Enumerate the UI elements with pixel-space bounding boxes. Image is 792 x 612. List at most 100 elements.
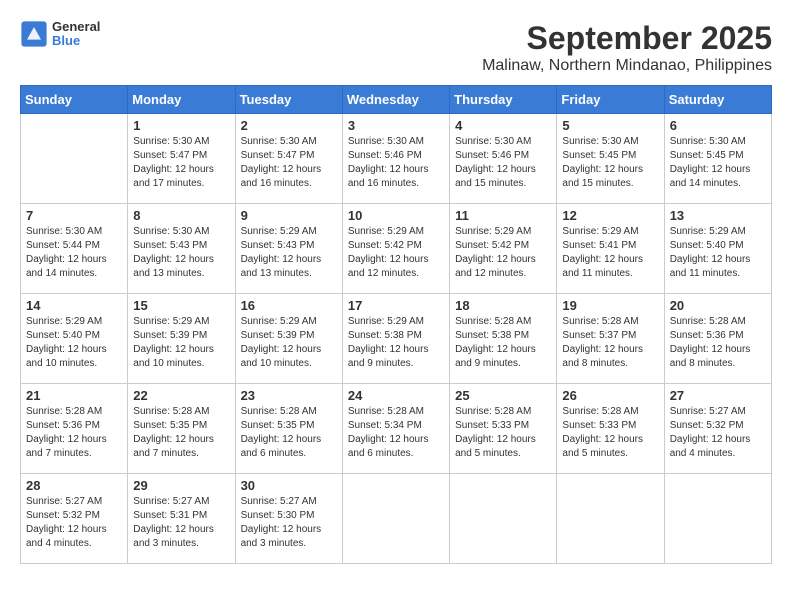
day-number: 22 bbox=[133, 388, 229, 403]
daylight-text: Daylight: 12 hours and 16 minutes. bbox=[348, 164, 429, 189]
sunset-text: Sunset: 5:36 PM bbox=[670, 330, 744, 341]
daylight-text: Daylight: 12 hours and 5 minutes. bbox=[455, 434, 536, 459]
page-header: General Blue September 2025 Malinaw, Nor… bbox=[20, 20, 772, 75]
calendar-cell: 14 Sunrise: 5:29 AMSunset: 5:40 PMDayligh… bbox=[21, 294, 128, 384]
sunset-text: Sunset: 5:34 PM bbox=[348, 420, 422, 431]
sunset-text: Sunset: 5:46 PM bbox=[348, 150, 422, 161]
day-info: Sunrise: 5:28 AMSunset: 5:33 PMDaylight:… bbox=[455, 405, 551, 461]
daylight-text: Daylight: 12 hours and 3 minutes. bbox=[241, 524, 322, 549]
month-title: September 2025 bbox=[482, 20, 772, 57]
title-area: September 2025 Malinaw, Northern Mindana… bbox=[482, 20, 772, 75]
daylight-text: Daylight: 12 hours and 5 minutes. bbox=[562, 434, 643, 459]
day-number: 5 bbox=[562, 118, 658, 133]
sunrise-text: Sunrise: 5:30 AM bbox=[455, 136, 531, 147]
calendar-cell: 27Sunrise: 5:27 AMSunset: 5:32 PMDayligh… bbox=[664, 384, 771, 474]
daylight-text: Daylight: 12 hours and 8 minutes. bbox=[562, 344, 643, 369]
day-header-tuesday: Tuesday bbox=[235, 86, 342, 114]
day-info: Sunrise: 5:28 AMSunset: 5:36 PMDaylight:… bbox=[26, 405, 122, 461]
sunrise-text: Sunrise: 5:30 AM bbox=[133, 226, 209, 237]
day-info: Sunrise: 5:29 AMSunset: 5:42 PMDaylight:… bbox=[455, 225, 551, 281]
day-header-wednesday: Wednesday bbox=[342, 86, 449, 114]
daylight-text: Daylight: 12 hours and 12 minutes. bbox=[348, 254, 429, 279]
sunset-text: Sunset: 5:32 PM bbox=[670, 420, 744, 431]
day-info: Sunrise: 5:29 AMSunset: 5:40 PMDaylight:… bbox=[26, 315, 122, 371]
sunset-text: Sunset: 5:42 PM bbox=[348, 240, 422, 251]
sunset-text: Sunset: 5:39 PM bbox=[241, 330, 315, 341]
sunrise-text: Sunrise: 5:30 AM bbox=[348, 136, 424, 147]
day-number: 15 bbox=[133, 298, 229, 313]
day-info: Sunrise: 5:27 AMSunset: 5:30 PMDaylight:… bbox=[241, 495, 337, 551]
sunset-text: Sunset: 5:39 PM bbox=[133, 330, 207, 341]
logo-icon bbox=[20, 20, 48, 48]
sunrise-text: Sunrise: 5:29 AM bbox=[241, 316, 317, 327]
calendar-cell: 29Sunrise: 5:27 AMSunset: 5:31 PMDayligh… bbox=[128, 474, 235, 564]
week-row-4: 21Sunrise: 5:28 AMSunset: 5:36 PMDayligh… bbox=[21, 384, 772, 474]
sunrise-text: Sunrise: 5:29 AM bbox=[26, 316, 102, 327]
sunset-text: Sunset: 5:35 PM bbox=[241, 420, 315, 431]
calendar-cell bbox=[450, 474, 557, 564]
calendar-cell: 19 Sunrise: 5:28 AMSunset: 5:37 PMDayligh… bbox=[557, 294, 664, 384]
day-info: Sunrise: 5:30 AMSunset: 5:45 PMDaylight:… bbox=[562, 135, 658, 191]
day-number: 19 bbox=[562, 298, 658, 313]
day-info: Sunrise: 5:28 AMSunset: 5:37 PMDaylight:… bbox=[562, 315, 658, 371]
daylight-text: Daylight: 12 hours and 6 minutes. bbox=[348, 434, 429, 459]
sunrise-text: Sunrise: 5:28 AM bbox=[670, 316, 746, 327]
calendar-cell bbox=[664, 474, 771, 564]
day-number: 24 bbox=[348, 388, 444, 403]
day-number: 17 bbox=[348, 298, 444, 313]
day-header-saturday: Saturday bbox=[664, 86, 771, 114]
day-number: 16 bbox=[241, 298, 337, 313]
daylight-text: Daylight: 12 hours and 9 minutes. bbox=[455, 344, 536, 369]
day-info: Sunrise: 5:29 AM Sunset: 5:39 PM Daylight:… bbox=[241, 315, 337, 371]
day-info: Sunrise: 5:30 AM Sunset: 5:46 PM Daylight:… bbox=[348, 135, 444, 191]
day-info: Sunrise: 5:28 AMSunset: 5:35 PMDaylight:… bbox=[241, 405, 337, 461]
daylight-text: Daylight: 12 hours and 10 minutes. bbox=[241, 344, 322, 369]
calendar-cell: 28Sunrise: 5:27 AMSunset: 5:32 PMDayligh… bbox=[21, 474, 128, 564]
day-number: 28 bbox=[26, 478, 122, 493]
day-number: 26 bbox=[562, 388, 658, 403]
sunset-text: Sunset: 5:46 PM bbox=[455, 150, 529, 161]
sunset-text: Sunset: 5:47 PM bbox=[133, 150, 207, 161]
day-info: Sunrise: 5:27 AMSunset: 5:31 PMDaylight:… bbox=[133, 495, 229, 551]
sunrise-text: Sunrise: 5:28 AM bbox=[26, 406, 102, 417]
daylight-text: Daylight: 12 hours and 6 minutes. bbox=[241, 434, 322, 459]
calendar-header-row: SundayMondayTuesdayWednesdayThursdayFrid… bbox=[21, 86, 772, 114]
day-info: Sunrise: 5:30 AMSunset: 5:47 PMDaylight:… bbox=[133, 135, 229, 191]
day-number: 30 bbox=[241, 478, 337, 493]
sunrise-text: Sunrise: 5:30 AM bbox=[670, 136, 746, 147]
calendar-cell: 8Sunrise: 5:30 AMSunset: 5:43 PMDaylight… bbox=[128, 204, 235, 294]
sunrise-text: Sunrise: 5:30 AM bbox=[241, 136, 317, 147]
sunset-text: Sunset: 5:45 PM bbox=[670, 150, 744, 161]
daylight-text: Daylight: 12 hours and 11 minutes. bbox=[562, 254, 643, 279]
daylight-text: Daylight: 12 hours and 12 minutes. bbox=[455, 254, 536, 279]
day-info: Sunrise: 5:28 AMSunset: 5:38 PMDaylight:… bbox=[455, 315, 551, 371]
calendar-cell bbox=[342, 474, 449, 564]
daylight-text: Daylight: 12 hours and 14 minutes. bbox=[670, 164, 751, 189]
sunset-text: Sunset: 5:47 PM bbox=[241, 150, 315, 161]
day-info: Sunrise: 5:29 AMSunset: 5:38 PMDaylight:… bbox=[348, 315, 444, 371]
day-info: Sunrise: 5:28 AMSunset: 5:35 PMDaylight:… bbox=[133, 405, 229, 461]
sunrise-text: Sunrise: 5:30 AM bbox=[26, 226, 102, 237]
day-number: 14 bbox=[26, 298, 122, 313]
daylight-text: Daylight: 12 hours and 7 minutes. bbox=[26, 434, 107, 459]
day-number: 4 bbox=[455, 118, 551, 133]
day-info: Sunrise: 5:28 AMSunset: 5:33 PMDaylight:… bbox=[562, 405, 658, 461]
sunrise-text: Sunrise: 5:28 AM bbox=[455, 316, 531, 327]
sunrise-text: Sunrise: 5:28 AM bbox=[455, 406, 531, 417]
calendar-cell: 10Sunrise: 5:29 AMSunset: 5:42 PMDayligh… bbox=[342, 204, 449, 294]
sunrise-text: Sunrise: 5:30 AM bbox=[133, 136, 209, 147]
sunset-text: Sunset: 5:35 PM bbox=[133, 420, 207, 431]
day-info: Sunrise: 5:29 AMSunset: 5:42 PMDaylight:… bbox=[348, 225, 444, 281]
day-number: 7 bbox=[26, 208, 122, 223]
calendar-cell: 21Sunrise: 5:28 AMSunset: 5:36 PMDayligh… bbox=[21, 384, 128, 474]
calendar-cell: 25Sunrise: 5:28 AMSunset: 5:33 PMDayligh… bbox=[450, 384, 557, 474]
sunset-text: Sunset: 5:43 PM bbox=[241, 240, 315, 251]
day-number: 3 bbox=[348, 118, 444, 133]
calendar-cell: 4Sunrise: 5:30 AMSunset: 5:46 PMDaylight… bbox=[450, 114, 557, 204]
day-number: 27 bbox=[670, 388, 766, 403]
calendar-cell: 5 Sunrise: 5:30 AMSunset: 5:45 PMDaylight… bbox=[557, 114, 664, 204]
calendar-cell: 26 Sunrise: 5:28 AMSunset: 5:33 PMDayligh… bbox=[557, 384, 664, 474]
calendar-cell: 1Sunrise: 5:30 AMSunset: 5:47 PMDaylight… bbox=[128, 114, 235, 204]
calendar-cell: 16 Sunrise: 5:29 AM Sunset: 5:39 PM Dayligh… bbox=[235, 294, 342, 384]
sunset-text: Sunset: 5:43 PM bbox=[133, 240, 207, 251]
